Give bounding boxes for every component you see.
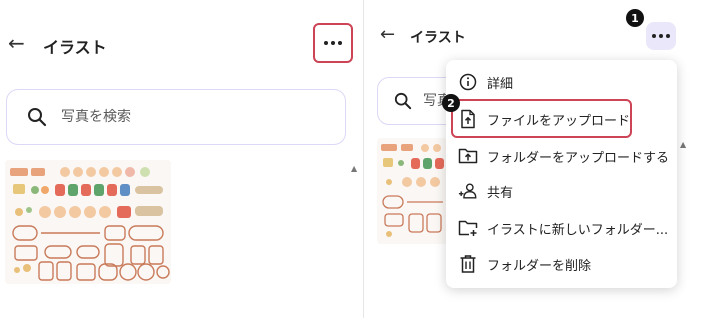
step-badge-2: 2 — [442, 94, 460, 112]
menu-item-new-folder[interactable]: イラストに新しいフォルダー... — [446, 210, 677, 246]
more-horizontal-icon — [324, 41, 342, 45]
search-input[interactable] — [59, 108, 345, 126]
menu-item-share[interactable]: 共有 — [446, 173, 677, 209]
page-title: イラスト — [410, 30, 466, 46]
search-bar[interactable] — [6, 89, 346, 145]
page-title: イラスト — [43, 38, 107, 57]
illustration-thumbnail[interactable] — [377, 138, 447, 244]
search-icon — [394, 92, 412, 110]
context-menu: 詳細 ファイルをアップロード フォルダーをアップロードする 共有 イラストに新し… — [446, 60, 677, 288]
step-badge-1: 1 — [626, 9, 644, 27]
back-arrow-icon[interactable]: ← — [380, 24, 395, 45]
menu-item-label: フォルダーを削除 — [487, 258, 592, 274]
more-options-button[interactable] — [313, 23, 353, 63]
left-panel: ← イラスト 写真を検索 ▲ — [0, 0, 362, 333]
new-folder-icon — [458, 218, 478, 238]
illustration-image — [377, 138, 447, 244]
folder-upload-icon — [458, 146, 478, 166]
menu-item-details[interactable]: 詳細 — [446, 64, 677, 100]
more-horizontal-icon — [652, 34, 670, 38]
scroll-up-arrow-icon[interactable]: ▲ — [680, 140, 686, 149]
menu-item-label: 詳細 — [487, 76, 514, 92]
menu-item-delete-folder[interactable]: フォルダーを削除 — [446, 246, 677, 282]
back-arrow-icon[interactable]: ← — [8, 31, 25, 55]
menu-item-upload-folder[interactable]: フォルダーをアップロードする — [446, 138, 677, 174]
illustration-thumbnail[interactable] — [5, 160, 171, 284]
more-options-button[interactable] — [646, 22, 676, 50]
menu-item-label: イラストに新しいフォルダー... — [487, 222, 669, 238]
scroll-up-arrow-icon[interactable]: ▲ — [351, 164, 357, 173]
info-icon — [458, 72, 478, 92]
share-icon — [458, 181, 478, 201]
menu-item-label: フォルダーをアップロードする — [487, 150, 670, 166]
illustration-image — [5, 160, 171, 284]
highlight-box — [451, 99, 632, 138]
trash-icon — [458, 254, 478, 274]
panel-divider — [363, 0, 364, 318]
search-icon — [27, 107, 47, 127]
menu-item-label: 共有 — [487, 185, 514, 201]
